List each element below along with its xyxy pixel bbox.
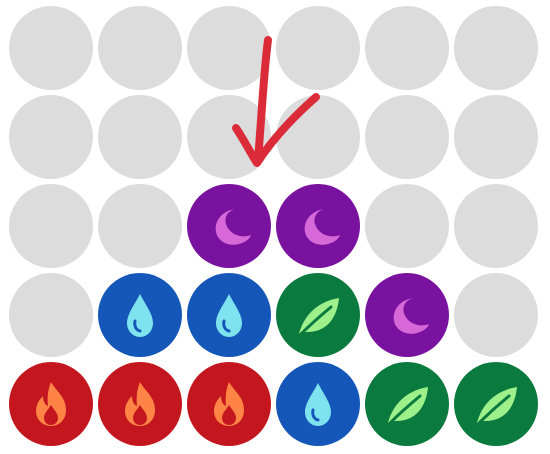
empty-slot[interactable]	[276, 95, 360, 179]
water-piece[interactable]	[98, 273, 182, 357]
empty-slot[interactable]	[9, 273, 93, 357]
moon-piece[interactable]	[365, 273, 449, 357]
leaf-icon	[293, 290, 343, 340]
empty-slot[interactable]	[98, 6, 182, 90]
game-board	[0, 0, 550, 454]
crescent-moon-icon	[293, 201, 343, 251]
empty-slot[interactable]	[365, 95, 449, 179]
empty-slot[interactable]	[365, 6, 449, 90]
leaf-icon	[382, 379, 432, 429]
fire-piece[interactable]	[9, 362, 93, 446]
water-drop-icon	[204, 290, 254, 340]
empty-slot[interactable]	[9, 95, 93, 179]
fire-piece[interactable]	[187, 362, 271, 446]
empty-slot[interactable]	[365, 184, 449, 268]
empty-slot[interactable]	[454, 273, 538, 357]
leaf-piece[interactable]	[276, 273, 360, 357]
empty-slot[interactable]	[9, 6, 93, 90]
crescent-moon-icon	[382, 290, 432, 340]
empty-slot[interactable]	[98, 184, 182, 268]
empty-slot[interactable]	[187, 95, 271, 179]
fire-piece[interactable]	[98, 362, 182, 446]
leaf-icon	[471, 379, 521, 429]
leaf-piece[interactable]	[365, 362, 449, 446]
flame-icon	[26, 379, 76, 429]
empty-slot[interactable]	[9, 184, 93, 268]
empty-slot[interactable]	[454, 95, 538, 179]
moon-piece[interactable]	[276, 184, 360, 268]
water-drop-icon	[293, 379, 343, 429]
leaf-piece[interactable]	[454, 362, 538, 446]
empty-slot[interactable]	[454, 6, 538, 90]
water-drop-icon	[115, 290, 165, 340]
flame-icon	[204, 379, 254, 429]
moon-piece[interactable]	[187, 184, 271, 268]
empty-slot[interactable]	[454, 184, 538, 268]
empty-slot[interactable]	[276, 6, 360, 90]
empty-slot[interactable]	[187, 6, 271, 90]
flame-icon	[115, 379, 165, 429]
water-piece[interactable]	[276, 362, 360, 446]
crescent-moon-icon	[204, 201, 254, 251]
water-piece[interactable]	[187, 273, 271, 357]
empty-slot[interactable]	[98, 95, 182, 179]
